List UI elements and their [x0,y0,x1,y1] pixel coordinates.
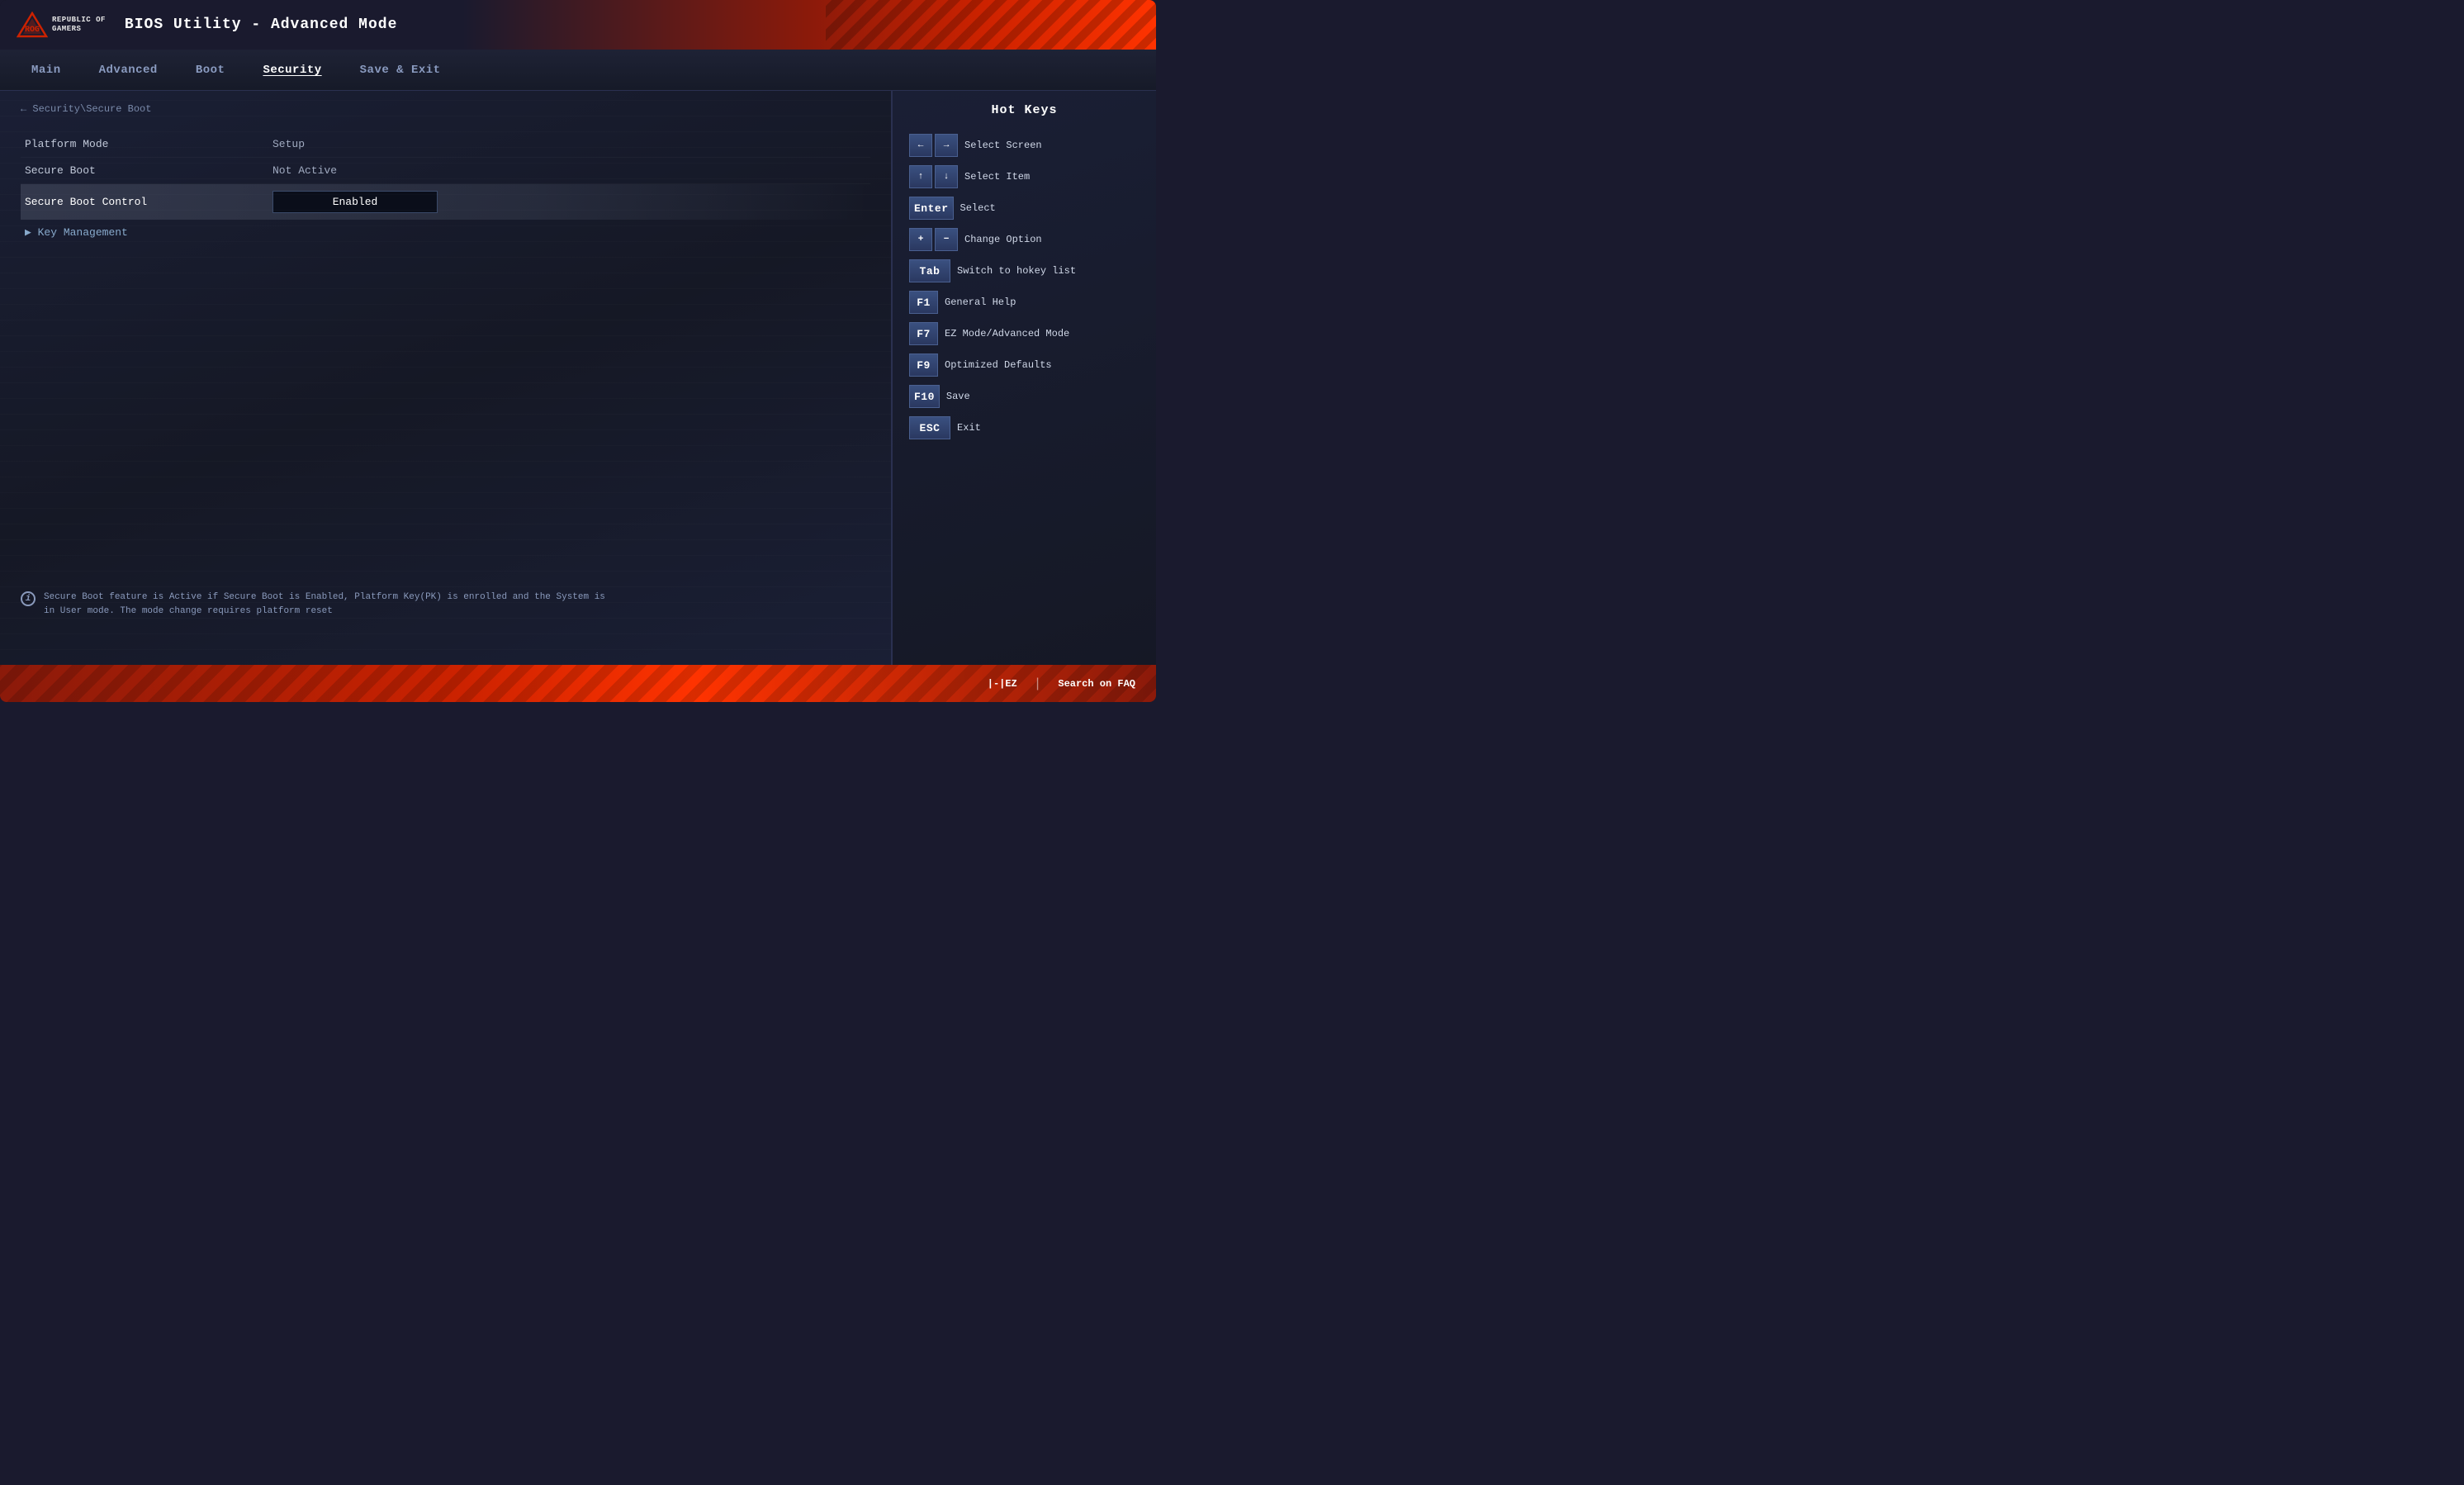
content-pane: ← Security\Secure Boot Platform Mode Set… [0,91,891,665]
hotkey-enter: Enter Select [909,197,1140,220]
hotkey-f9-btn[interactable]: F9 [909,353,938,377]
hotkey-f9: F9 Optimized Defaults [909,353,1140,377]
hotkey-f9-desc: Optimized Defaults [945,359,1052,371]
hotkey-left-arrow[interactable]: ← [909,134,932,157]
platform-mode-label: Platform Mode [25,138,272,150]
hotkey-arrows-ud: ↑ ↓ [909,165,958,188]
key-management-label: ▶ Key Management [25,226,128,239]
hotkey-down-arrow[interactable]: ↓ [935,165,958,188]
hotkey-esc-desc: Exit [957,422,981,434]
hotkey-f10-btn[interactable]: F10 [909,385,940,408]
hotkey-f7-btn[interactable]: F7 [909,322,938,345]
nav-main[interactable]: Main [25,59,68,81]
footer-divider: | [1034,676,1042,691]
hotkey-f7: F7 EZ Mode/Advanced Mode [909,322,1140,345]
hotkey-change-option: + − Change Option [909,228,1140,251]
info-bar: i Secure Boot feature is Active if Secur… [0,582,627,628]
hotkey-plus-btn[interactable]: + [909,228,932,251]
hotkey-esc: ESC Exit [909,416,1140,439]
hotkeys-title: Hot Keys [909,103,1140,117]
nav-boot[interactable]: Boot [189,59,232,81]
settings-table: Platform Mode Setup Secure Boot Not Acti… [21,131,870,245]
rog-logo: ROG REPUBLIC OF GAMERS [17,12,106,38]
footer-bar: |-|EZ | Search on FAQ [0,665,1156,702]
hotkey-up-arrow[interactable]: ↑ [909,165,932,188]
breadcrumb: ← Security\Secure Boot [21,103,870,115]
hotkeys-panel: Hot Keys ← → Select Screen ↑ ↓ Select It… [892,91,1156,665]
nav-save-exit[interactable]: Save & Exit [353,59,448,81]
secure-boot-control-value[interactable]: Enabled [272,191,438,213]
hotkey-select-screen: ← → Select Screen [909,134,1140,157]
hotkey-esc-btn[interactable]: ESC [909,416,950,439]
nav-security[interactable]: Security [256,59,328,81]
breadcrumb-text: ← Security\Secure Boot [21,103,151,115]
header-bar: ROG REPUBLIC OF GAMERS BIOS Utility - Ad… [0,0,1156,50]
header-title: BIOS Utility - Advanced Mode [125,17,397,33]
secure-boot-control-label: Secure Boot Control [25,196,272,208]
hotkey-tab-btn[interactable]: Tab [909,259,950,282]
hotkey-minus-btn[interactable]: − [935,228,958,251]
svg-text:ROG: ROG [25,26,40,35]
footer-ez-label[interactable]: |-|EZ [988,678,1017,690]
hotkey-tab-desc: Switch to hokey list [957,265,1076,277]
hotkey-right-arrow[interactable]: → [935,134,958,157]
hotkey-select-item-desc: Select Item [964,171,1030,183]
hotkey-f10-desc: Save [946,391,970,402]
setting-row-platform-mode: Platform Mode Setup [21,131,870,158]
footer-search-label[interactable]: Search on FAQ [1058,678,1135,690]
setting-row-secure-boot: Secure Boot Not Active [21,158,870,184]
hotkey-enter-desc: Select [960,202,996,214]
bios-screen: ROG REPUBLIC OF GAMERS BIOS Utility - Ad… [0,0,1156,702]
hotkey-enter-btn[interactable]: Enter [909,197,954,220]
hotkey-f1-desc: General Help [945,297,1016,308]
key-management-submenu[interactable]: ▶ Key Management [21,220,870,245]
logo-area: ROG REPUBLIC OF GAMERS BIOS Utility - Ad… [17,12,397,38]
hotkey-f1-btn[interactable]: F1 [909,291,938,314]
hotkey-f1: F1 General Help [909,291,1140,314]
hotkey-plus-minus: + − [909,228,958,251]
hotkey-f10: F10 Save [909,385,1140,408]
hotkey-select-item: ↑ ↓ Select Item [909,165,1140,188]
secure-boot-value: Not Active [272,164,337,177]
nav-advanced[interactable]: Advanced [92,59,164,81]
info-text: Secure Boot feature is Active if Secure … [44,591,606,619]
secure-boot-label: Secure Boot [25,164,272,177]
hotkey-select-screen-desc: Select Screen [964,140,1042,151]
rog-icon: ROG [17,12,48,38]
main-content: ← Security\Secure Boot Platform Mode Set… [0,91,1156,665]
rog-text: REPUBLIC OF GAMERS [52,16,106,34]
hotkey-f7-desc: EZ Mode/Advanced Mode [945,328,1069,339]
navigation-bar: Main Advanced Boot Security Save & Exit [0,50,1156,91]
hotkey-change-option-desc: Change Option [964,234,1042,245]
setting-row-secure-boot-control[interactable]: Secure Boot Control Enabled [21,184,870,220]
platform-mode-value: Setup [272,138,305,150]
hotkey-arrows-lr: ← → [909,134,958,157]
info-icon: i [21,591,36,606]
hotkey-tab: Tab Switch to hokey list [909,259,1140,282]
